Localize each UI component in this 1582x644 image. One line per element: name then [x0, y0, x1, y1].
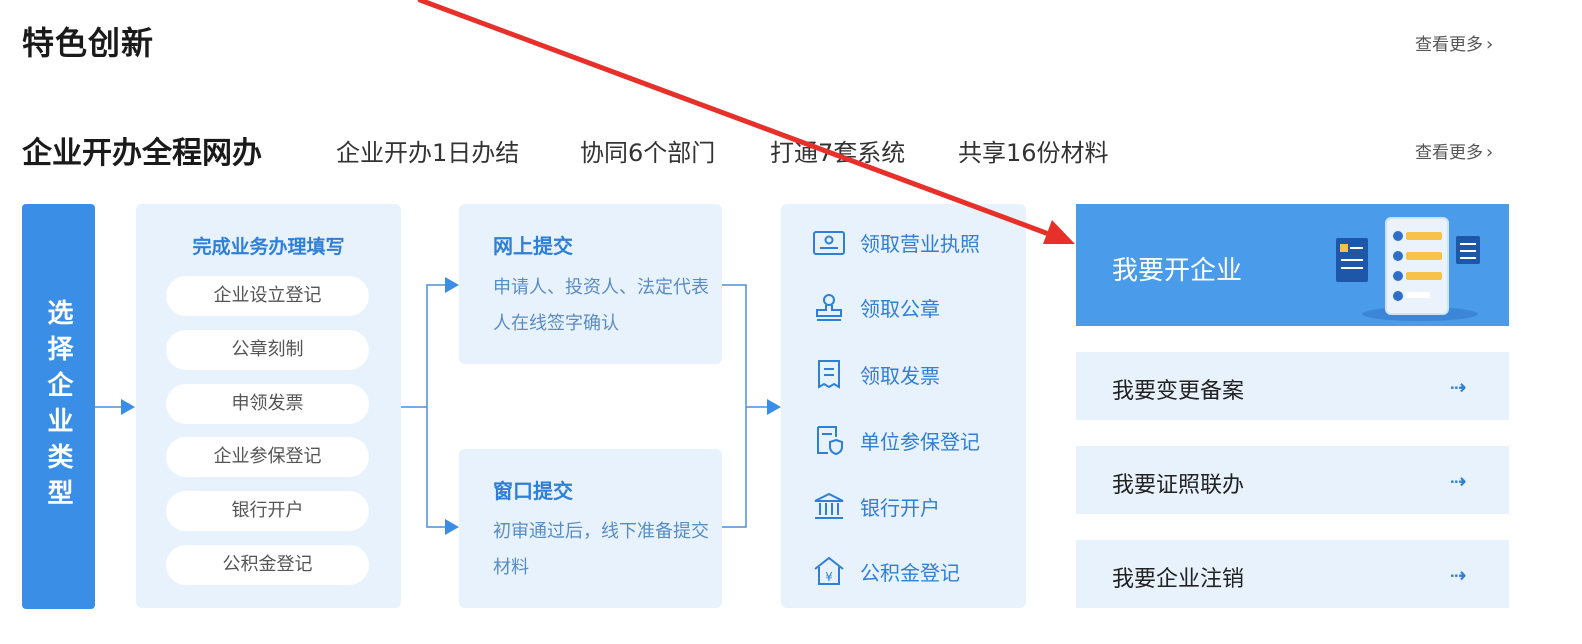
fill-item-bank[interactable]: 银行开户 [166, 491, 369, 531]
housing-fund-icon: ¥ [814, 556, 844, 585]
arrow-right-icon: ⇢ [1450, 563, 1467, 587]
receive-item-bank: 银行开户 [812, 491, 940, 521]
receive-item-label: 领取营业执照 [860, 232, 980, 256]
fill-item-housing-fund[interactable]: 公积金登记 [166, 545, 369, 585]
fill-item-invoice[interactable]: 申领发票 [166, 384, 369, 424]
receive-item-label: 单位参保登记 [860, 429, 980, 454]
window-submit-title: 窗口提交 [493, 479, 573, 503]
receipt-icon [818, 360, 840, 389]
seal-icon [816, 294, 842, 321]
receive-item-invoice: 领取发票 [812, 359, 940, 389]
svg-text:¥: ¥ [825, 570, 833, 584]
deregister-enterprise-label: 我要企业注销 [1112, 567, 1245, 592]
arrow-right-icon: ⇢ [1450, 375, 1467, 399]
fill-item-insurance[interactable]: 企业参保登记 [166, 437, 369, 477]
receive-item-insurance: 单位参保登记 [812, 425, 980, 455]
receive-item-seal: 领取公章 [812, 292, 940, 322]
receive-panel [781, 204, 1026, 608]
window-submit-desc: 初审通过后，线下准备提交材料 [493, 521, 709, 578]
change-filing-label: 我要变更备案 [1112, 379, 1245, 404]
receive-item-label: 领取公章 [860, 296, 940, 321]
enterprise-illustration-icon [1336, 217, 1480, 321]
online-submit-title: 网上提交 [493, 234, 573, 258]
start-enterprise-label: 我要开企业 [1112, 256, 1243, 286]
receive-item-label: 领取发票 [860, 363, 940, 388]
insurance-icon [817, 426, 843, 455]
license-icon [813, 230, 845, 255]
joint-license-label: 我要证照联办 [1112, 473, 1245, 498]
fill-item-seal[interactable]: 公章刻制 [166, 330, 369, 370]
receive-item-label: 银行开户 [860, 495, 940, 520]
receive-item-label: 公积金登记 [860, 560, 960, 585]
receive-item-housing-fund: ¥ 公积金登记 [812, 556, 960, 586]
fill-item-establishment[interactable]: 企业设立登记 [166, 276, 369, 316]
bank-icon [814, 492, 844, 519]
online-submit-desc: 申请人、投资人、法定代表人在线签字确认 [493, 277, 709, 334]
business-fill-title: 完成业务办理填写 [192, 236, 345, 258]
receive-item-license: 领取营业执照 [812, 228, 980, 257]
arrow-right-icon: ⇢ [1450, 469, 1467, 493]
